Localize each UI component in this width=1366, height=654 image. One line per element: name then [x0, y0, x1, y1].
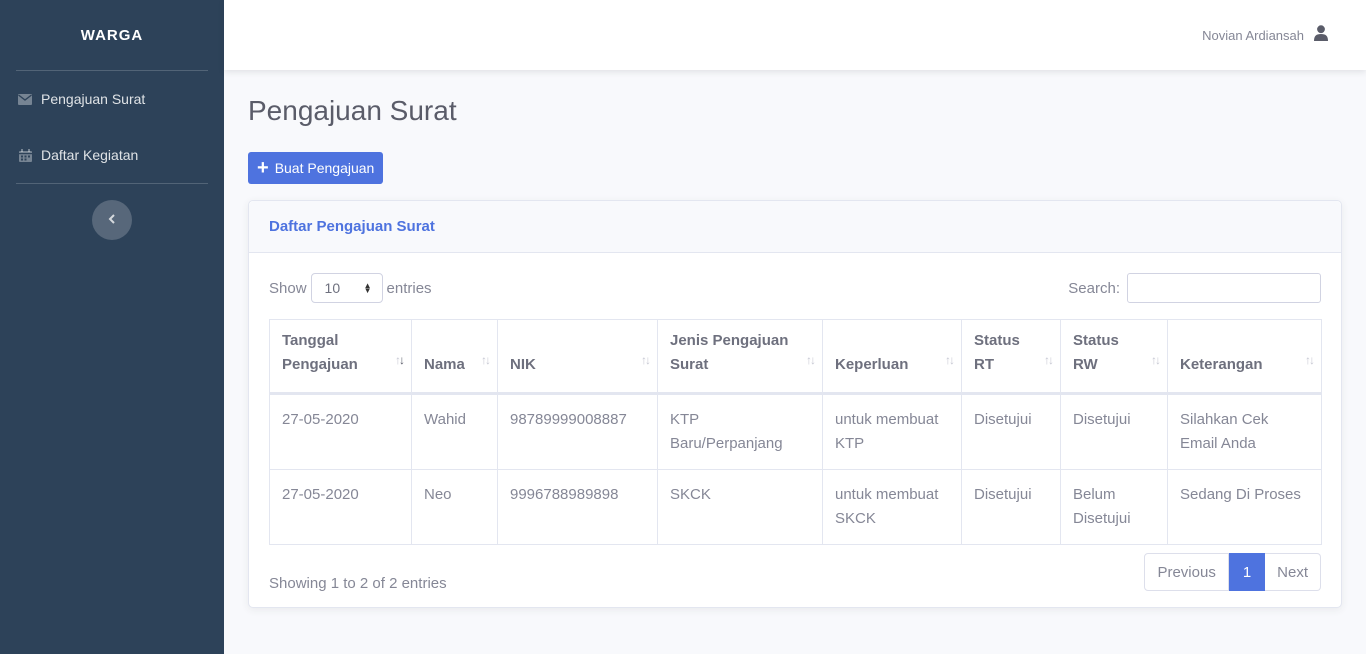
table-row: 27-05-2020 Wahid 98789999008887 KTP Baru… [269, 393, 1322, 470]
cell-keperluan: untuk membuat KTP [822, 393, 962, 470]
buat-pengajuan-label: Buat Pengajuan [274, 160, 375, 176]
column-header-nik[interactable]: NIK ↑↓ [497, 319, 658, 395]
pagination: Previous 1 Next [1144, 553, 1321, 591]
pengajuan-card: Daftar Pengajuan Surat Show 10 ▲ ▼ entrie… [248, 200, 1342, 608]
cell-tanggal: 27-05-2020 [269, 393, 412, 470]
sidebar-brand[interactable]: WARGA [0, 0, 224, 70]
column-header-keterangan[interactable]: Keterangan ↑↓ [1167, 319, 1322, 395]
pengajuan-table: Tanggal Pengajuan ↑↓ Nama ↑↓ NIK ↑↓ Jenis Pe… [269, 319, 1322, 545]
page-length-control: Show 10 ▲ ▼ entries [269, 273, 432, 303]
calendar-icon [18, 148, 32, 162]
column-header-jenis[interactable]: Jenis Pengajuan Surat ↑↓ [657, 319, 823, 395]
table-row: 27-05-2020 Neo 9996788989898 SKCK untuk … [269, 469, 1322, 545]
column-header-line: Keterangan [1180, 356, 1263, 373]
column-header-line: Jenis Pengajuan [670, 332, 789, 349]
cell-status-rt: Disetujui [961, 469, 1061, 545]
cell-nama: Neo [411, 469, 498, 545]
column-header-line: Status [974, 332, 1020, 349]
sort-icon: ↑↓ [945, 353, 955, 367]
sort-icon: ↑↓ [1151, 353, 1161, 367]
cell-status-rw: Belum Disetujui [1060, 469, 1168, 545]
page-length-value: 10 [324, 280, 341, 296]
show-label: Show [269, 279, 307, 297]
search-label: Search: [1068, 279, 1120, 297]
cell-keterangan: Silahkan Cek Email Anda [1167, 393, 1322, 470]
column-header-line: RW [1073, 356, 1098, 373]
column-header-status-rt[interactable]: Status RT ↑↓ [961, 319, 1061, 395]
page-title: Pengajuan Surat [248, 95, 457, 126]
column-header-line: Tanggal [282, 332, 339, 349]
cell-nama: Wahid [411, 393, 498, 470]
plus-icon: + [257, 157, 269, 179]
card-title: Daftar Pengajuan Surat [249, 201, 1341, 253]
sort-icon: ↑↓ [1305, 353, 1315, 367]
sidebar-item-label: Daftar Kegiatan [41, 147, 139, 163]
user-name[interactable]: Novian Ardiansah [1202, 28, 1304, 43]
cell-keterangan: Sedang Di Proses [1167, 469, 1322, 545]
sort-asc-icon: ↑↓ [395, 353, 405, 367]
cell-keperluan: untuk membuat SKCK [822, 469, 962, 545]
sort-icon: ↑↓ [806, 353, 816, 367]
table-header-row: Tanggal Pengajuan ↑↓ Nama ↑↓ NIK ↑↓ Jenis Pe… [269, 319, 1322, 395]
pagination-previous[interactable]: Previous [1144, 553, 1229, 591]
column-header-line: NIK [510, 356, 536, 373]
column-header-line: Nama [424, 356, 465, 373]
envelope-icon [18, 92, 32, 106]
column-header-line: Status [1073, 332, 1119, 349]
search-input[interactable] [1127, 273, 1321, 303]
entries-label: entries [386, 279, 432, 297]
column-header-keperluan[interactable]: Keperluan ↑↓ [822, 319, 962, 395]
cell-jenis: SKCK [657, 469, 823, 545]
column-header-tanggal[interactable]: Tanggal Pengajuan ↑↓ [269, 319, 412, 395]
column-header-line: Keperluan [835, 356, 909, 373]
table-info: Showing 1 to 2 of 2 entries [269, 575, 447, 592]
cell-status-rw: Disetujui [1060, 393, 1168, 470]
page-length-select[interactable]: 10 ▲ ▼ [310, 273, 383, 303]
sort-icon: ↑↓ [641, 353, 651, 367]
select-caret-icon: ▲ ▼ [363, 281, 372, 295]
sidebar-toggle-button[interactable] [92, 200, 132, 240]
chevron-left-icon [108, 211, 116, 229]
column-header-status-rw[interactable]: Status RW ↑↓ [1060, 319, 1168, 395]
sidebar-item-daftar-kegiatan[interactable]: Daftar Kegiatan [0, 127, 224, 183]
column-header-nama[interactable]: Nama ↑↓ [411, 319, 498, 395]
sidebar-item-pengajuan-surat[interactable]: Pengajuan Surat [0, 71, 224, 127]
cell-status-rt: Disetujui [961, 393, 1061, 470]
user-icon[interactable] [1314, 24, 1328, 46]
pagination-page-1[interactable]: 1 [1228, 553, 1266, 591]
sidebar-item-label: Pengajuan Surat [41, 91, 146, 107]
column-header-line: Pengajuan [282, 356, 358, 373]
search-control: Search: [1068, 273, 1321, 303]
cell-nik: 98789999008887 [497, 393, 658, 470]
sort-icon: ↑↓ [481, 353, 491, 367]
sidebar-divider [16, 183, 208, 184]
main-content: Pengajuan Surat + Buat Pengajuan Daftar … [248, 70, 1342, 608]
sort-icon: ↑↓ [1044, 353, 1054, 367]
cell-tanggal: 27-05-2020 [269, 469, 412, 545]
cell-nik: 9996788989898 [497, 469, 658, 545]
cell-jenis: KTP Baru/Perpanjang [657, 393, 823, 470]
pagination-next[interactable]: Next [1265, 553, 1321, 591]
column-header-line: Surat [670, 356, 709, 373]
buat-pengajuan-button[interactable]: + Buat Pengajuan [248, 152, 384, 184]
column-header-line: RT [974, 356, 994, 373]
sidebar: WARGA Pengajuan Surat Daftar Kegiatan [0, 0, 224, 654]
topbar: Novian Ardiansah [224, 0, 1366, 70]
